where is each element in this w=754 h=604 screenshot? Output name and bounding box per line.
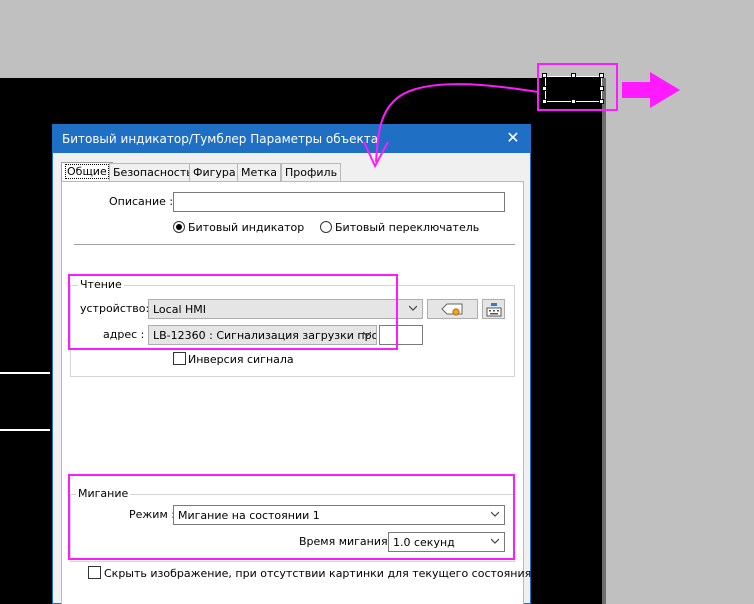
radio-bit-switch[interactable]	[320, 221, 332, 233]
annotation-highlight-read	[68, 274, 398, 350]
hide-image-checkbox[interactable]	[88, 566, 101, 579]
divider	[74, 244, 515, 245]
invert-signal-checkbox[interactable]	[173, 352, 186, 365]
tab-profile[interactable]: Профиль	[281, 163, 342, 182]
hide-image-label: Скрыть изображение, при отсутствии карти…	[104, 567, 532, 580]
address-settings-button[interactable]	[427, 299, 478, 319]
canvas-edge	[602, 78, 606, 604]
tab-general[interactable]: Общие	[61, 162, 113, 182]
description-label: Описание :	[109, 195, 174, 208]
radio-bit-switch-label: Битовый переключатель	[335, 221, 480, 234]
tab-shape[interactable]: Фигура	[189, 163, 240, 182]
canvas-line-1	[0, 372, 50, 374]
invert-signal-label: Инверсия сигнала	[188, 353, 294, 366]
tag-gear-icon	[441, 303, 463, 316]
canvas-line-2	[0, 429, 50, 431]
keypad-button[interactable]	[482, 299, 505, 319]
chevron-down-icon	[409, 305, 417, 311]
keyboard-icon	[486, 303, 502, 317]
curved-arrow-icon	[363, 83, 539, 169]
right-arrow-icon	[622, 72, 680, 108]
dialog-title: Битовый индикатор/Тумблер Параметры объе…	[62, 132, 379, 146]
description-field[interactable]	[173, 192, 505, 212]
tab-label[interactable]: Метка	[237, 163, 282, 182]
tab-security[interactable]: Безопасность	[109, 163, 197, 182]
radio-bit-indicator-label: Битовый индикатор	[188, 221, 305, 234]
radio-bit-indicator[interactable]	[173, 221, 185, 233]
annotation-highlight-blink	[68, 474, 515, 560]
